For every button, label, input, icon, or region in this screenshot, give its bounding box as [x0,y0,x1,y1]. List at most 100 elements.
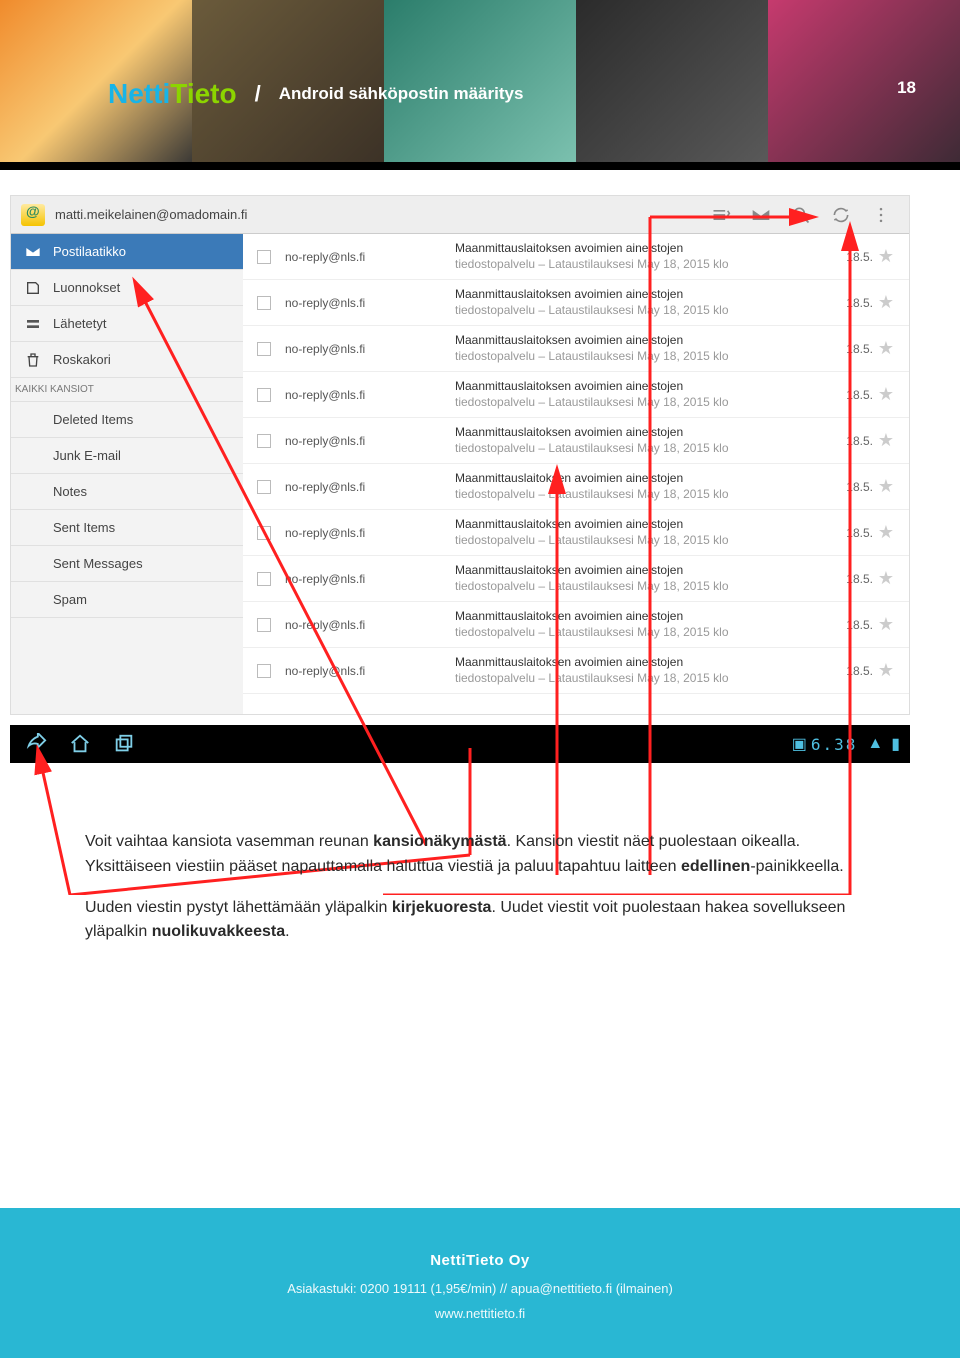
folder-item[interactable]: Lähetetyt [11,306,243,342]
page-title: Android sähköpostin määritys [279,84,524,104]
mail-subject: Maanmittauslaitoksen avoimien aineistoje… [455,379,829,410]
mail-row[interactable]: no-reply@nls.fiMaanmittauslaitoksen avoi… [243,510,909,556]
refresh-icon[interactable] [827,201,855,229]
mail-row[interactable]: no-reply@nls.fiMaanmittauslaitoksen avoi… [243,418,909,464]
clock: 6.38 [811,735,858,754]
mail-row[interactable]: no-reply@nls.fiMaanmittauslaitoksen avoi… [243,602,909,648]
instruction-paragraph-2: Uuden viestin pystyt lähettämään yläpalk… [85,896,875,946]
search-icon[interactable] [787,201,815,229]
star-icon[interactable]: ★ [873,338,899,359]
mail-from: no-reply@nls.fi [285,250,455,264]
back-icon[interactable] [16,729,56,759]
check-all-icon[interactable] [707,201,735,229]
folder-item[interactable]: Deleted Items [11,402,243,438]
star-icon[interactable]: ★ [873,614,899,635]
mail-subject: Maanmittauslaitoksen avoimien aineistoje… [455,471,829,502]
android-navbar: ▣ 6.38 ▲ ▮ [10,725,910,763]
footer: NettiTieto Oy Asiakastuki: 0200 19111 (1… [0,1208,960,1358]
star-icon[interactable]: ★ [873,384,899,405]
checkbox[interactable] [257,526,271,540]
checkbox[interactable] [257,388,271,402]
recents-icon[interactable] [104,729,144,759]
mail-subject: Maanmittauslaitoksen avoimien aineistoje… [455,563,829,594]
footer-company: NettiTieto Oy [0,1252,960,1269]
mail-subject: Maanmittauslaitoksen avoimien aineistoje… [455,333,829,364]
mail-from: no-reply@nls.fi [285,572,455,586]
screenshot-icon: ▣ [792,734,807,754]
mail-date: 18.5. [829,296,873,310]
mail-row[interactable]: no-reply@nls.fiMaanmittauslaitoksen avoi… [243,326,909,372]
folder-item[interactable]: Postilaatikko [11,234,243,270]
header-banner: NettiTieto / Android sähköpostin määrity… [0,0,960,170]
mail-row[interactable]: no-reply@nls.fiMaanmittauslaitoksen avoi… [243,372,909,418]
mail-row[interactable]: no-reply@nls.fiMaanmittauslaitoksen avoi… [243,280,909,326]
home-icon[interactable] [60,729,100,759]
wifi-icon: ▲ [867,735,883,753]
mail-date: 18.5. [829,618,873,632]
page-number: 18 [897,78,916,98]
checkbox[interactable] [257,572,271,586]
mail-from: no-reply@nls.fi [285,388,455,402]
folder-item[interactable]: Luonnokset [11,270,243,306]
mail-subject: Maanmittauslaitoksen avoimien aineistoje… [455,241,829,272]
instructions: Voit vaihtaa kansiota vasemman reunan ka… [85,830,875,961]
mail-date: 18.5. [829,664,873,678]
star-icon[interactable]: ★ [873,292,899,313]
mail-row[interactable]: no-reply@nls.fiMaanmittauslaitoksen avoi… [243,556,909,602]
mail-app-icon [21,204,45,226]
mail-subject: Maanmittauslaitoksen avoimien aineistoje… [455,609,829,640]
mail-from: no-reply@nls.fi [285,618,455,632]
footer-support: Asiakastuki: 0200 19111 (1,95€/min) // a… [0,1281,960,1296]
compose-icon[interactable] [747,201,775,229]
mail-subject: Maanmittauslaitoksen avoimien aineistoje… [455,517,829,548]
mail-row[interactable]: no-reply@nls.fiMaanmittauslaitoksen avoi… [243,464,909,510]
android-email-screenshot: matti.meikelainen@omadomain.fi Postilaat… [10,195,910,715]
star-icon[interactable]: ★ [873,476,899,497]
checkbox[interactable] [257,250,271,264]
mail-from: no-reply@nls.fi [285,434,455,448]
mail-row[interactable]: no-reply@nls.fiMaanmittauslaitoksen avoi… [243,648,909,694]
mail-row[interactable]: no-reply@nls.fiMaanmittauslaitoksen avoi… [243,234,909,280]
instruction-paragraph-1: Voit vaihtaa kansiota vasemman reunan ka… [85,830,875,880]
folder-item[interactable]: Roskakori [11,342,243,378]
breadcrumb-separator: / [237,81,279,107]
mail-date: 18.5. [829,388,873,402]
folder-item[interactable]: Notes [11,474,243,510]
footer-url: www.nettitieto.fi [0,1306,960,1321]
mail-subject: Maanmittauslaitoksen avoimien aineistoje… [455,425,829,456]
mail-date: 18.5. [829,434,873,448]
checkbox[interactable] [257,480,271,494]
star-icon[interactable]: ★ [873,568,899,589]
checkbox[interactable] [257,296,271,310]
battery-icon: ▮ [891,734,900,754]
mail-from: no-reply@nls.fi [285,664,455,678]
mail-date: 18.5. [829,572,873,586]
app-header: matti.meikelainen@omadomain.fi [11,196,909,234]
star-icon[interactable]: ★ [873,430,899,451]
checkbox[interactable] [257,342,271,356]
checkbox[interactable] [257,618,271,632]
mail-date: 18.5. [829,480,873,494]
mail-from: no-reply@nls.fi [285,526,455,540]
mail-date: 18.5. [829,250,873,264]
folder-sidebar: PostilaatikkoLuonnoksetLähetetytRoskakor… [11,234,243,714]
logo: NettiTieto [108,78,237,110]
star-icon[interactable]: ★ [873,246,899,267]
account-address: matti.meikelainen@omadomain.fi [55,207,247,222]
overflow-menu-icon[interactable] [867,201,895,229]
mail-from: no-reply@nls.fi [285,296,455,310]
folder-item[interactable]: Junk E-mail [11,438,243,474]
star-icon[interactable]: ★ [873,660,899,681]
checkbox[interactable] [257,664,271,678]
folder-section-header: KAIKKI KANSIOT [11,378,243,402]
mail-from: no-reply@nls.fi [285,342,455,356]
checkbox[interactable] [257,434,271,448]
mail-date: 18.5. [829,526,873,540]
mail-list: no-reply@nls.fiMaanmittauslaitoksen avoi… [243,234,909,714]
folder-item[interactable]: Sent Messages [11,546,243,582]
folder-item[interactable]: Spam [11,582,243,618]
mail-subject: Maanmittauslaitoksen avoimien aineistoje… [455,287,829,318]
folder-item[interactable]: Sent Items [11,510,243,546]
mail-from: no-reply@nls.fi [285,480,455,494]
star-icon[interactable]: ★ [873,522,899,543]
